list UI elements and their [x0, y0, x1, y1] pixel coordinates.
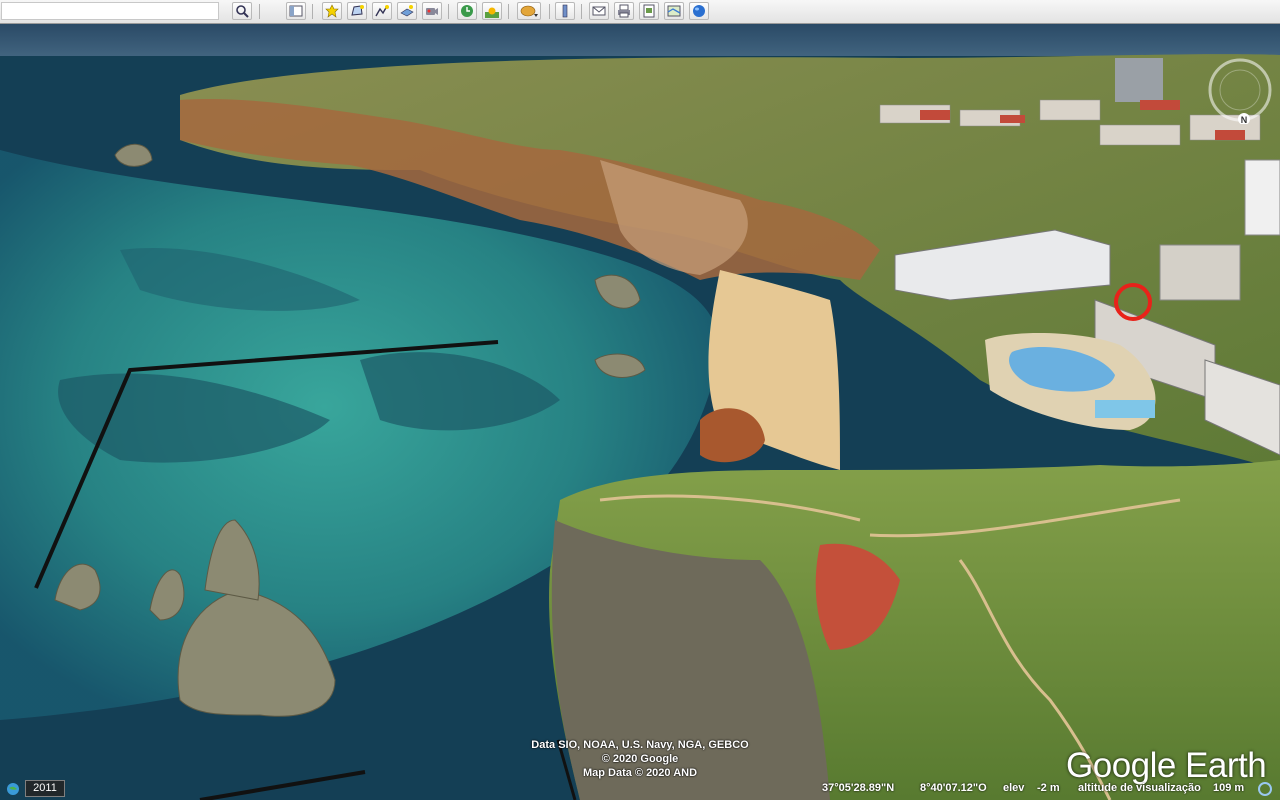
- toolbar-separator: [549, 4, 550, 19]
- search-icon[interactable]: [232, 2, 252, 20]
- sidebar-toggle-icon[interactable]: [286, 2, 306, 20]
- longitude-readout: 8°40'07.12"O: [920, 782, 987, 794]
- placemark-icon[interactable]: [322, 2, 342, 20]
- toolbar: [0, 0, 1280, 24]
- tower-building: [1115, 58, 1163, 102]
- compass-ring: [1208, 58, 1272, 122]
- polygon-icon[interactable]: [347, 2, 367, 20]
- credit-line: © 2020 Google: [601, 753, 679, 765]
- record-tour-icon[interactable]: [422, 2, 442, 20]
- search-input[interactable]: [1, 2, 219, 20]
- toolbar-separator: [581, 4, 582, 19]
- save-image-icon[interactable]: [639, 2, 659, 20]
- imagery-date-label[interactable]: 2011: [25, 780, 65, 797]
- image-overlay-icon[interactable]: [397, 2, 417, 20]
- path-icon[interactable]: [372, 2, 392, 20]
- print-icon[interactable]: [614, 2, 634, 20]
- planets-icon[interactable]: [517, 2, 541, 20]
- status-bar: 2011 37°05'28.89"N 8°40'07.12"O elev -2 …: [0, 779, 1280, 800]
- aerial-imagery: [0, 24, 1280, 800]
- toolbar-separator: [259, 4, 260, 19]
- streaming-globe-icon: [7, 783, 19, 795]
- refresh-icon[interactable]: [1257, 781, 1273, 797]
- credit-line: Data SIO, NOAA, U.S. Navy, NGA, GEBCO: [531, 739, 749, 751]
- sunlight-icon[interactable]: [482, 2, 502, 20]
- latitude-readout: 37°05'28.89"N: [822, 782, 895, 794]
- toolbar-separator: [448, 4, 449, 19]
- compass-control[interactable]: N: [1206, 56, 1274, 124]
- ruler-icon[interactable]: [555, 2, 575, 20]
- email-icon[interactable]: [589, 2, 609, 20]
- elevation-label: elev: [1003, 782, 1025, 794]
- imagery-credits: Data SIO, NOAA, U.S. Navy, NGA, GEBCO © …: [500, 738, 780, 780]
- toolbar-separator: [312, 4, 313, 19]
- credit-line: Map Data © 2020 AND: [582, 767, 698, 779]
- toolbar-separator: [508, 4, 509, 19]
- view-altitude-value: 109 m: [1213, 782, 1245, 794]
- view-altitude-label: altitude de visualização: [1078, 782, 1201, 794]
- historical-imagery-icon[interactable]: [457, 2, 477, 20]
- globe-icon[interactable]: [689, 2, 709, 20]
- north-label: N: [1241, 115, 1248, 124]
- elevation-value: -2 m: [1037, 782, 1060, 794]
- map-view[interactable]: N Data SIO, NOAA, U.S. Navy, NGA, GEBCO …: [0, 24, 1280, 800]
- view-in-maps-icon[interactable]: [664, 2, 684, 20]
